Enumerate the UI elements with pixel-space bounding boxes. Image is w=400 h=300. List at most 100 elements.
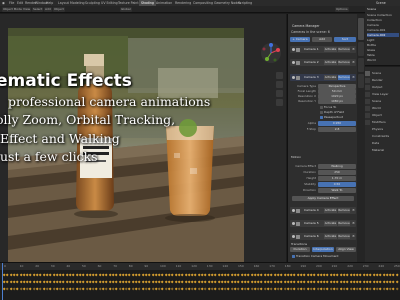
outliner-row-selected[interactable]: Camera.002 xyxy=(367,33,399,37)
remove-button[interactable]: Remove xyxy=(338,234,350,239)
add-camera-button[interactable]: + Camera xyxy=(290,37,310,42)
close-icon[interactable]: × xyxy=(352,47,355,52)
close-icon[interactable]: × xyxy=(352,60,355,65)
camera-row[interactable]: Camera 2 Activate Remove × xyxy=(290,59,356,66)
overlay-line-2: olly Zoom, Orbital Tracking, xyxy=(0,112,176,127)
view-layer-props-icon[interactable] xyxy=(365,92,370,97)
3d-viewport[interactable]: ematic Effects professional camera anima… xyxy=(0,14,286,262)
remove-button[interactable]: Remove xyxy=(338,60,350,65)
activate-button[interactable]: Activate xyxy=(324,47,337,52)
activate-button[interactable]: Activate xyxy=(324,60,337,65)
visibility-eye-icon[interactable] xyxy=(291,76,295,79)
transitions-section-header[interactable]: Transitions xyxy=(291,242,307,246)
remove-button[interactable]: Remove xyxy=(338,208,350,213)
render-props-icon[interactable] xyxy=(365,78,370,83)
scene-props-icon[interactable] xyxy=(365,71,370,76)
camera-row[interactable]: Camera 5 Activate Remove × xyxy=(290,220,356,227)
apply-camera-effect-button[interactable]: Apply Camera Effect xyxy=(292,196,354,201)
focal-length-field[interactable]: 50 mm xyxy=(318,89,356,94)
playhead[interactable] xyxy=(2,263,3,300)
height-field[interactable]: 1.70 m xyxy=(318,176,356,181)
outliner-row[interactable]: Camera xyxy=(367,23,399,27)
close-icon[interactable]: × xyxy=(352,75,355,80)
keyframe-icon[interactable] xyxy=(395,273,399,277)
keyframe-icon[interactable] xyxy=(395,287,399,291)
output-props-icon[interactable] xyxy=(365,85,370,90)
timeline-ruler[interactable]: 0 10 20 30 40 50 60 70 80 90 100 110 120 130 140 150 160… xyxy=(0,263,400,270)
close-icon[interactable]: × xyxy=(352,221,355,226)
visibility-eye-icon[interactable] xyxy=(291,235,295,238)
direction-dropdown[interactable]: Walk To xyxy=(318,188,356,193)
transition-duration-tab[interactable]: Duration xyxy=(290,247,310,252)
duration-field[interactable]: 250 xyxy=(318,170,356,175)
stability-slider[interactable]: 0.50 xyxy=(318,182,356,187)
activate-button[interactable]: Activate xyxy=(324,208,337,213)
remove-button[interactable]: Remove xyxy=(338,221,350,226)
fstop-field[interactable]: 2.8 xyxy=(318,127,356,132)
transition-movement-checkbox[interactable]: Transition Camera Movement xyxy=(292,254,338,258)
focus-to-checkbox[interactable]: Focus To xyxy=(320,105,336,109)
camera-row[interactable]: Camera 1 Activate Remove × xyxy=(290,46,356,53)
transition-interpolation-tab[interactable]: Interpolation xyxy=(312,247,334,252)
camera-type-field[interactable]: Perspective xyxy=(318,84,356,89)
passepartout-checkbox[interactable]: Passepartout xyxy=(320,115,343,119)
sidebar-tab-item[interactable] xyxy=(358,42,364,56)
navigation-gizmo-icon[interactable] xyxy=(260,42,282,64)
visibility-eye-icon[interactable] xyxy=(291,222,295,225)
visibility-eye-icon[interactable] xyxy=(291,48,295,51)
object-mode-dropdown[interactable]: Object Mode xyxy=(2,7,23,12)
activate-button[interactable]: Activate xyxy=(324,234,337,239)
resolution-x-field[interactable]: 1920 px xyxy=(318,94,356,99)
sidebar-tab-camera-manager[interactable] xyxy=(358,18,364,40)
outliner-row[interactable]: Glass xyxy=(367,48,399,52)
outliner-row[interactable]: World xyxy=(367,58,399,62)
remove-button[interactable]: Remove xyxy=(338,47,350,52)
select-menu[interactable]: Select xyxy=(32,7,44,12)
activate-button[interactable]: Activate xyxy=(324,75,337,80)
depth-of-field-checkbox[interactable]: Depth of Field xyxy=(320,110,344,114)
resolution-x-label: Resolution X xyxy=(297,94,316,98)
camera-row[interactable]: Camera 4 Activate Remove × xyxy=(290,207,356,214)
add-button[interactable]: Add xyxy=(312,37,332,42)
panel-header[interactable]: Camera Manager xyxy=(289,24,357,29)
alpha-slider[interactable]: 0.950 xyxy=(318,121,356,126)
modifier-props-icon[interactable] xyxy=(365,120,370,125)
view-menu[interactable]: View xyxy=(22,7,32,12)
pan-hand-icon[interactable] xyxy=(276,81,283,88)
object-menu[interactable]: Object xyxy=(53,7,65,12)
sort-button[interactable]: Sort xyxy=(334,37,356,42)
outliner-row[interactable]: Collection xyxy=(367,18,399,22)
timeline[interactable]: 0 10 20 30 40 50 60 70 80 90 100 110 120 130 140 150 160… xyxy=(0,262,400,300)
outliner-row[interactable]: Bottle xyxy=(367,43,399,47)
close-icon[interactable]: × xyxy=(352,208,355,213)
transform-orientation-dropdown[interactable]: Global xyxy=(120,7,132,12)
add-menu[interactable]: Add xyxy=(44,7,52,12)
camera-view-icon[interactable] xyxy=(276,90,283,97)
scene-data-icon[interactable] xyxy=(365,99,370,104)
remove-button[interactable]: Remove xyxy=(338,75,350,80)
activate-button[interactable]: Activate xyxy=(324,221,337,226)
zoom-icon[interactable] xyxy=(276,72,283,79)
motion-section-header[interactable]: Motion xyxy=(291,155,301,159)
outliner-row[interactable]: Camera.001 xyxy=(367,28,399,32)
transition-align-view-tab[interactable]: Align View xyxy=(336,247,356,252)
close-icon[interactable]: × xyxy=(352,234,355,239)
sidebar-tab-tool[interactable] xyxy=(358,58,364,72)
outliner-title: Scene xyxy=(367,7,377,11)
keyframe-track[interactable] xyxy=(0,271,400,300)
outliner-row[interactable]: Table xyxy=(367,53,399,57)
outliner-row[interactable]: Light xyxy=(367,38,399,42)
visibility-eye-icon[interactable] xyxy=(291,209,295,212)
keyframe-icon[interactable] xyxy=(395,280,399,284)
object-props-icon[interactable] xyxy=(365,113,370,118)
camera-effect-dropdown[interactable]: Walking xyxy=(318,164,356,169)
camera-row-selected[interactable]: Camera 3 Activate Remove × xyxy=(290,74,356,81)
visibility-eye-icon[interactable] xyxy=(291,61,295,64)
resolution-y-field[interactable]: 1080 px xyxy=(318,99,356,104)
outliner-row[interactable]: Scene Collection xyxy=(367,13,399,17)
grid-icon[interactable] xyxy=(276,99,283,106)
sidebar-tab-view[interactable] xyxy=(358,74,364,88)
options-dropdown[interactable]: Options xyxy=(335,7,349,12)
world-props-icon[interactable] xyxy=(365,106,370,111)
camera-row[interactable]: Camera 6 Activate Remove × xyxy=(290,233,356,240)
